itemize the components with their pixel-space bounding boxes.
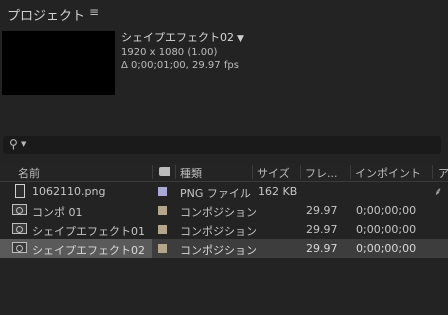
preview-duration: Δ 0;00;01;00, 29.97 fps <box>121 60 239 71</box>
search-input[interactable]: ⚲ ▼ <box>3 136 441 154</box>
search-icon: ⚲ <box>9 137 18 151</box>
composition-icon <box>12 204 27 215</box>
column-extra[interactable]: ア <box>438 165 448 181</box>
preview-info: シェイプエフェクト02 ▼ 1920 x 1080 (1.00) Δ 0;00;0… <box>121 31 244 72</box>
column-divider[interactable] <box>152 165 153 179</box>
item-fps: 29.97 <box>306 242 338 255</box>
column-name[interactable]: 名前 <box>18 165 40 181</box>
composition-icon <box>12 242 27 253</box>
column-divider[interactable] <box>175 165 176 179</box>
item-in-point: 0;00;00;00 <box>356 204 417 217</box>
label-color-swatch[interactable] <box>158 187 167 196</box>
panel-title: プロジェクト <box>7 9 86 24</box>
item-size: 162 KB <box>258 185 298 198</box>
label-color-swatch[interactable] <box>158 225 167 234</box>
label-color-swatch[interactable] <box>158 206 167 215</box>
preview-thumbnail <box>2 31 115 95</box>
column-frame-rate[interactable]: フレ... <box>305 165 338 181</box>
column-divider[interactable] <box>350 165 351 179</box>
composition-icon <box>12 223 27 234</box>
item-name: コンポ 01 <box>32 206 83 219</box>
flowchart-icon[interactable]: ⸙ <box>434 184 442 199</box>
column-divider[interactable] <box>252 165 253 179</box>
preview-item-name: シェイプエフェクト02 <box>121 31 234 44</box>
item-type: コンポジション <box>180 225 257 238</box>
list-item[interactable]: シェイプエフェクト01 コンポジション 29.97 0;00;00;00 <box>0 220 448 239</box>
item-type: PNG ファイル <box>180 187 251 200</box>
list-item-selected[interactable]: シェイプエフェクト02 コンポジション 29.97 0;00;00;00 <box>0 239 448 258</box>
label-color-swatch[interactable] <box>158 244 167 253</box>
item-in-point: 0;00;00;00 <box>356 223 417 236</box>
item-fps: 29.97 <box>306 204 338 217</box>
list-item[interactable]: 1062110.png PNG ファイル 162 KB ⸙ <box>0 182 448 201</box>
column-in-point[interactable]: インポイント <box>355 165 421 181</box>
list-item[interactable]: コンポ 01 コンポジション 29.97 0;00;00;00 <box>0 201 448 220</box>
column-size[interactable]: サイズ <box>257 165 290 181</box>
preview-resolution: 1920 x 1080 (1.00) <box>121 47 218 58</box>
item-in-point: 0;00;00;00 <box>356 242 417 255</box>
column-divider[interactable] <box>300 165 301 179</box>
file-icon <box>15 184 25 198</box>
item-name: シェイプエフェクト02 <box>32 244 145 257</box>
item-type: コンポジション <box>180 244 257 257</box>
chevron-down-icon[interactable]: ▼ <box>237 34 244 44</box>
item-name: シェイプエフェクト01 <box>32 225 145 238</box>
hamburger-icon[interactable]: ≡ <box>89 5 99 19</box>
label-tag-icon[interactable] <box>159 167 170 176</box>
column-divider[interactable] <box>432 165 433 179</box>
item-fps: 29.97 <box>306 223 338 236</box>
item-name: 1062110.png <box>32 185 106 198</box>
column-header-row: 名前 種類 サイズ フレ... インポイント ア <box>0 163 448 182</box>
chevron-down-icon[interactable]: ▼ <box>21 140 26 148</box>
item-type: コンポジション <box>180 206 257 219</box>
column-type[interactable]: 種類 <box>180 165 202 181</box>
